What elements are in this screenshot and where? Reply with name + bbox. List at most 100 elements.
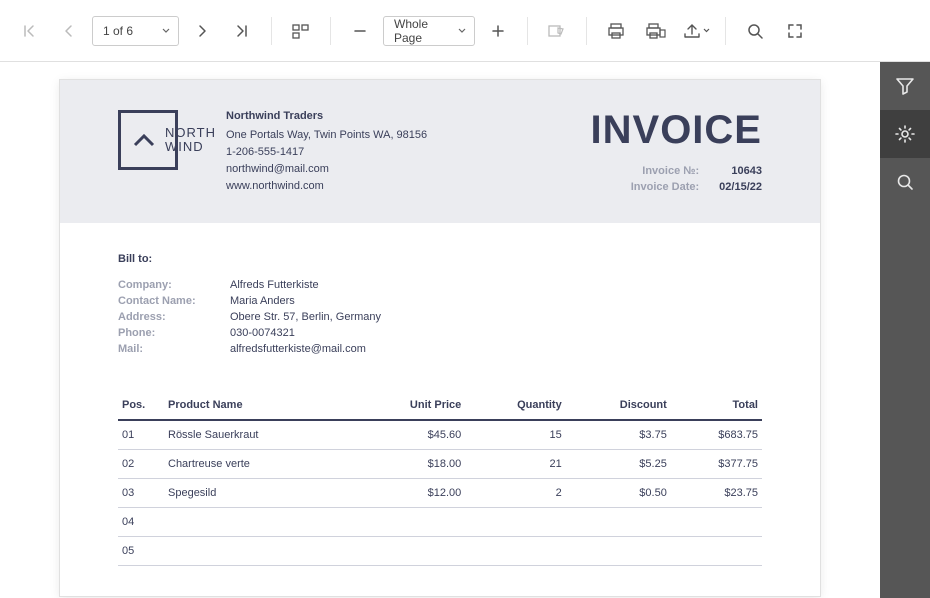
page-select[interactable]: 1 of 6 (92, 16, 179, 46)
next-page-button[interactable] (185, 14, 219, 48)
billto-mail-label: Mail: (118, 343, 230, 355)
cell-pos: 05 (118, 537, 164, 566)
fullscreen-button[interactable] (778, 14, 812, 48)
table-row: 04 (118, 508, 762, 537)
settings-panel-button[interactable] (880, 110, 930, 158)
cell-qty: 21 (465, 450, 565, 479)
invoice-body: Bill to: Company: Alfreds Futterkiste Co… (60, 223, 820, 596)
cell-product (164, 508, 352, 537)
billto-address-label: Address: (118, 311, 230, 323)
zoom-out-button[interactable] (343, 14, 377, 48)
billto-address-value: Obere Str. 57, Berlin, Germany (230, 311, 762, 323)
col-qty: Quantity (465, 391, 565, 420)
company-website: www.northwind.com (226, 178, 591, 195)
cell-pos: 04 (118, 508, 164, 537)
separator (586, 17, 587, 45)
company-name: Northwind Traders (226, 108, 591, 125)
company-info: Northwind Traders One Portals Way, Twin … (226, 108, 591, 195)
billto-mail-value: alfredsfutterkiste@mail.com (230, 343, 762, 355)
separator (725, 17, 726, 45)
cell-product: Spegesild (164, 479, 352, 508)
col-unit: Unit Price (352, 391, 465, 420)
export-button[interactable] (679, 14, 713, 48)
invoice-meta-block: INVOICE Invoice №: 10643 Invoice Date: 0… (591, 108, 762, 195)
print-button[interactable] (599, 14, 633, 48)
cell-pos: 02 (118, 450, 164, 479)
separator (271, 17, 272, 45)
cell-unit (352, 508, 465, 537)
col-total: Total (671, 391, 762, 420)
line-items-table: Pos. Product Name Unit Price Quantity Di… (118, 391, 762, 566)
last-page-button[interactable] (225, 14, 259, 48)
search-button[interactable] (738, 14, 772, 48)
billto-phone-value: 030-0074321 (230, 327, 762, 339)
invoice-number-value: 10643 (719, 165, 762, 177)
multipage-button[interactable] (284, 14, 318, 48)
company-phone: 1-206-555-1417 (226, 144, 591, 161)
cell-pos: 01 (118, 420, 164, 450)
zoom-select[interactable]: Whole Page (383, 16, 475, 46)
first-page-button[interactable] (12, 14, 46, 48)
invoice-page: NORTHWIND Northwind Traders One Portals … (60, 80, 820, 596)
cell-product: Chartreuse verte (164, 450, 352, 479)
cell-discount: $0.50 (566, 479, 671, 508)
company-address: One Portals Way, Twin Points WA, 98156 (226, 127, 591, 144)
cell-discount: $3.75 (566, 420, 671, 450)
table-row: 05 (118, 537, 762, 566)
cell-unit (352, 537, 465, 566)
cell-pos: 03 (118, 479, 164, 508)
invoice-title: INVOICE (591, 108, 762, 153)
page-label: 1 of 6 (103, 24, 133, 38)
logo-text: NORTHWIND (165, 126, 216, 154)
table-row: 01Rössle Sauerkraut$45.6015$3.75$683.75 (118, 420, 762, 450)
cell-qty (465, 537, 565, 566)
billto-company-value: Alfreds Futterkiste (230, 279, 762, 291)
billto-phone-label: Phone: (118, 327, 230, 339)
invoice-date-label: Invoice Date: (631, 181, 699, 193)
cell-product: Rössle Sauerkraut (164, 420, 352, 450)
invoice-number-label: Invoice №: (631, 165, 699, 177)
document-viewport: NORTHWIND Northwind Traders One Portals … (0, 62, 880, 598)
funnel-icon (895, 77, 915, 95)
invoice-header: NORTHWIND Northwind Traders One Portals … (60, 80, 820, 223)
cell-discount (566, 508, 671, 537)
billto-contact-value: Maria Anders (230, 295, 762, 307)
print-page-button[interactable] (639, 14, 673, 48)
invoice-date-value: 02/15/22 (719, 181, 762, 193)
gear-icon (895, 124, 915, 144)
zoom-in-button[interactable] (481, 14, 515, 48)
prev-page-button[interactable] (52, 14, 86, 48)
col-product: Product Name (164, 391, 352, 420)
company-email: northwind@mail.com (226, 161, 591, 178)
chevron-up-icon (133, 133, 155, 147)
zoom-label: Whole Page (394, 17, 448, 45)
cell-discount (566, 537, 671, 566)
table-row: 03Spegesild$12.002$0.50$23.75 (118, 479, 762, 508)
caret-down-icon (458, 28, 466, 34)
cell-total: $23.75 (671, 479, 762, 508)
cell-discount: $5.25 (566, 450, 671, 479)
cell-unit: $18.00 (352, 450, 465, 479)
cell-qty: 15 (465, 420, 565, 450)
search-icon (896, 173, 914, 191)
search-panel-button[interactable] (880, 158, 930, 206)
col-discount: Discount (566, 391, 671, 420)
side-rail (880, 62, 930, 598)
edit-fields-button[interactable] (540, 14, 574, 48)
bill-to-title: Bill to: (118, 253, 762, 265)
cell-qty: 2 (465, 479, 565, 508)
cell-qty (465, 508, 565, 537)
toolbar: 1 of 6 Whole Page (0, 0, 930, 62)
cell-total: $683.75 (671, 420, 762, 450)
cell-product (164, 537, 352, 566)
billto-contact-label: Contact Name: (118, 295, 230, 307)
cell-unit: $12.00 (352, 479, 465, 508)
company-logo: NORTHWIND (118, 110, 178, 170)
caret-down-icon (162, 28, 170, 34)
filter-panel-button[interactable] (880, 62, 930, 110)
separator (330, 17, 331, 45)
cell-total (671, 508, 762, 537)
table-row: 02Chartreuse verte$18.0021$5.25$377.75 (118, 450, 762, 479)
billto-company-label: Company: (118, 279, 230, 291)
cell-unit: $45.60 (352, 420, 465, 450)
